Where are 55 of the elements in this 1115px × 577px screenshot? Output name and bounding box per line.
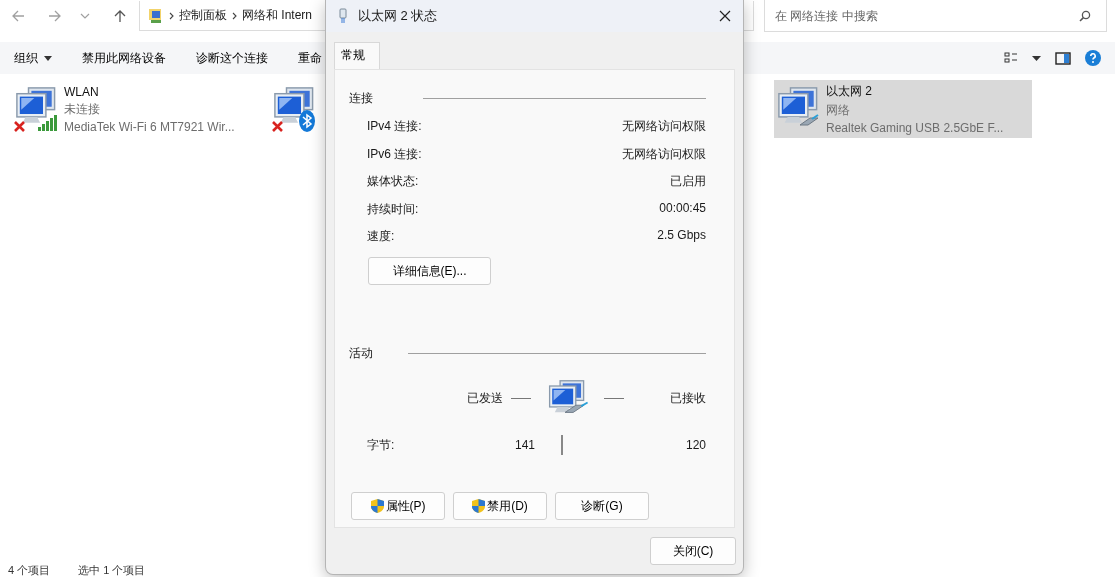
breadcrumb-item[interactable]: 网络和 Intern xyxy=(242,7,313,24)
adapter-name: 以太网 2 xyxy=(826,83,873,100)
sent-label: 已发送 xyxy=(467,389,503,407)
bytes-received-value: 120 xyxy=(685,438,706,453)
chevron-down-icon[interactable] xyxy=(80,11,90,21)
details-button[interactable]: 详细信息(E)... xyxy=(368,257,491,286)
network-adapter-item[interactable]: WLAN 未连接 MediaTek Wi-Fi 6 MT7921 Wir... xyxy=(12,80,270,138)
section-heading: 连接 xyxy=(349,90,373,107)
back-icon[interactable] xyxy=(11,9,25,23)
field-value: 已启用 xyxy=(670,173,706,191)
bytes-sent-value: 141 xyxy=(515,438,537,453)
control-panel-icon xyxy=(148,7,164,24)
chevron-right-icon xyxy=(169,11,174,20)
status-text: 选中 1 个项目 xyxy=(78,563,146,577)
field-label: 持续时间: xyxy=(367,200,419,218)
adapter-device: MediaTek Wi-Fi 6 MT7921 Wir... xyxy=(64,119,235,134)
field-label: IPv6 连接: xyxy=(367,145,422,163)
action-button[interactable]: 禁用(D) xyxy=(453,492,547,521)
adapter-name: WLAN xyxy=(64,84,100,99)
preview-pane-icon[interactable] xyxy=(1055,51,1071,65)
bytes-label: 字节: xyxy=(367,436,396,454)
toolbar-button[interactable]: 组织 xyxy=(6,45,60,71)
up-arrow-icon[interactable] xyxy=(113,9,127,23)
view-options-icon[interactable] xyxy=(1004,52,1018,64)
forward-icon[interactable] xyxy=(48,9,62,23)
tab[interactable]: 常规 xyxy=(334,42,380,69)
window-title: 以太网 2 状态 xyxy=(358,7,438,25)
field-value: 00:00:45 xyxy=(659,200,706,217)
adapter-device: Realtek Gaming USB 2.5GbE F... xyxy=(826,121,1004,135)
help-icon[interactable] xyxy=(1085,50,1101,66)
field-value: 无网络访问权限 xyxy=(622,118,706,135)
field-value: 2.5 Gbps xyxy=(657,228,706,245)
field-label: 速度: xyxy=(367,228,395,246)
received-label: 已接收 xyxy=(670,389,706,407)
field-value: 无网络访问权限 xyxy=(622,145,706,163)
ethernet-plug-icon xyxy=(338,8,348,24)
adapter-status: 未连接 xyxy=(64,100,101,118)
field-label: 媒体状态: xyxy=(367,173,419,191)
caret-icon[interactable] xyxy=(1032,55,1041,61)
toolbar-button[interactable]: 禁用此网络设备 xyxy=(74,45,174,71)
action-button[interactable]: 诊断(G) xyxy=(555,492,649,521)
close-button[interactable]: 关闭(C) xyxy=(650,537,736,565)
toolbar-button[interactable]: 诊断这个连接 xyxy=(188,45,276,71)
section-heading: 活动 xyxy=(349,345,373,363)
toolbar-button[interactable]: 重命 xyxy=(290,45,330,71)
search-icon xyxy=(1079,10,1091,22)
field-label: IPv4 连接: xyxy=(367,118,422,135)
status-text: 4 个项目 xyxy=(8,563,51,577)
breadcrumb-item[interactable]: 控制面板 xyxy=(179,7,227,24)
adapter-status: 网络 xyxy=(826,102,851,119)
close-icon[interactable] xyxy=(719,10,731,22)
chevron-right-icon xyxy=(232,11,237,20)
action-button[interactable]: 属性(P) xyxy=(351,492,445,521)
network-adapter-item[interactable]: 以太网 2 网络 Realtek Gaming USB 2.5GbE F... xyxy=(774,80,1032,138)
search-field[interactable]: 在 网络连接 中搜索 xyxy=(764,0,1107,32)
